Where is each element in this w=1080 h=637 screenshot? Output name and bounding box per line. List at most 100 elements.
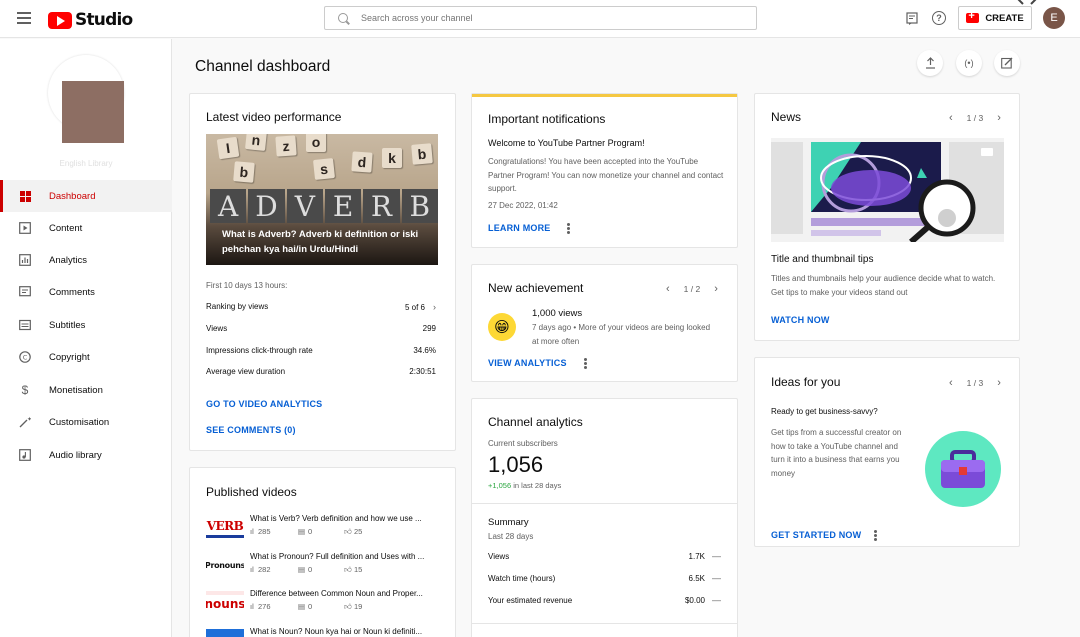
video-thumbnail[interactable]: I n z o b s d k b ADVERB What is Adverb?…	[206, 134, 438, 265]
pager-text: 1 / 2	[683, 284, 701, 294]
go-live-button[interactable]: (•)	[956, 50, 982, 76]
briefcase-illustration	[925, 431, 1001, 507]
summary-value: 6.5K	[688, 574, 705, 583]
sidebar-item-analytics[interactable]: Analytics	[0, 244, 172, 276]
go-to-video-analytics-link[interactable]: GO TO VIDEO ANALYTICS	[206, 399, 322, 409]
news-headline: Title and thumbnail tips	[771, 254, 874, 265]
help-icon[interactable]: ?	[932, 11, 946, 25]
search-icon	[338, 13, 348, 23]
divider	[472, 623, 737, 624]
ideas-card: Ideas for you ‹ 1 / 3 › Ready to get bus…	[754, 357, 1020, 547]
sidebar-item-label: Audio library	[49, 449, 102, 461]
sidebar-item-comments[interactable]: Comments	[0, 276, 172, 308]
summary-label: Your estimated revenue	[488, 596, 573, 605]
customisation-icon: ✦	[19, 416, 31, 428]
search-input[interactable]	[361, 13, 721, 23]
published-video-row[interactable]: What is Noun? Noun kya hai or Noun ki de…	[206, 627, 442, 637]
news-card: News ‹ 1 / 3 › Title and thumbnail tips …	[754, 93, 1020, 341]
pager-text: 1 / 3	[966, 113, 984, 123]
monetisation-icon: $	[21, 383, 29, 397]
ideas-heading: Ready to get business-savvy?	[771, 407, 878, 416]
views-count: 282	[258, 565, 271, 574]
achievement-detail: 7 days ago • More of your videos are bei…	[532, 323, 711, 346]
sidebar-item-label: Copyright	[49, 351, 90, 363]
summary-delta: —	[712, 573, 721, 583]
published-video-row[interactable]: VERB What is Verb? Verb definition and h…	[206, 514, 442, 544]
like-count: 19	[354, 602, 363, 611]
card-title: Published videos	[206, 485, 297, 499]
news-pager: ‹ 1 / 3 ›	[949, 112, 1001, 124]
thumbnail-word: ADVERB	[210, 189, 438, 223]
feedback-icon[interactable]	[905, 11, 919, 25]
summary-row-watch-time: Watch time (hours) 6.5K —	[488, 573, 721, 583]
search-bar[interactable]	[324, 6, 757, 30]
video-title: What is Verb? Verb definition and how we…	[250, 514, 422, 523]
comments-icon	[19, 286, 31, 298]
subtitles-icon	[19, 319, 31, 331]
sidebar-item-copyright[interactable]: C Copyright	[0, 341, 172, 373]
create-button-label: CREATE	[985, 12, 1024, 24]
thumbnail-letter: D	[248, 189, 285, 223]
more-options-icon[interactable]	[567, 223, 570, 234]
comment-icon: ▤	[298, 527, 306, 536]
copyright-icon: C	[19, 351, 31, 363]
view-analytics-link[interactable]: VIEW ANALYTICS	[488, 358, 567, 368]
card-title: Ideas for you	[771, 375, 841, 389]
get-started-now-link[interactable]: GET STARTED NOW	[771, 530, 861, 540]
letter-tile: b	[411, 143, 433, 165]
subscribers-label: Current subscribers	[488, 439, 558, 448]
close-icon	[1017, 0, 1037, 5]
stat-value: 2:30:51	[409, 367, 436, 376]
sidebar-item-customisation[interactable]: ✦ Customisation	[0, 406, 172, 438]
account-avatar[interactable]: E	[1043, 7, 1065, 29]
comment-count: 0	[308, 602, 313, 611]
stat-row-ranking[interactable]: Ranking by views 5 of 6 ›	[206, 302, 436, 312]
chevron-right-icon[interactable]: ›	[997, 112, 1001, 124]
views-count: 285	[258, 527, 271, 536]
chevron-right-icon[interactable]: ›	[997, 377, 1001, 389]
thumbnail-letter: R	[363, 189, 400, 223]
thumbnail-letter: A	[210, 189, 247, 223]
sidebar-item-content[interactable]: Content	[0, 212, 172, 244]
create-video-icon	[966, 10, 980, 23]
channel-avatar[interactable]	[62, 81, 124, 143]
sidebar-item-dashboard[interactable]: Dashboard	[0, 180, 172, 212]
comment-count: 0	[308, 565, 313, 574]
learn-more-link[interactable]: LEARN MORE	[488, 223, 551, 233]
sidebar-item-subtitles[interactable]: Subtitles	[0, 309, 172, 341]
chevron-left-icon[interactable]: ‹	[949, 112, 953, 124]
create-post-button[interactable]	[994, 50, 1020, 76]
thumbnail-letter: B	[401, 189, 438, 223]
more-options-icon[interactable]	[584, 358, 587, 369]
published-video-row[interactable]: nouns Difference between Common Noun and…	[206, 589, 442, 619]
video-title: Difference between Common Noun and Prope…	[250, 589, 423, 598]
stat-row-views: Views 299	[206, 324, 436, 333]
summary-value: $0.00	[684, 596, 705, 605]
views-count: 276	[258, 602, 271, 611]
upload-button[interactable]	[917, 50, 943, 76]
thumbnail-caption: What is Adverb? Adverb ki definition or …	[222, 229, 419, 255]
stat-value: 5 of 6	[404, 303, 425, 312]
create-button[interactable]: CREATE	[958, 6, 1032, 30]
summary-label: Views	[488, 552, 510, 561]
menu-icon[interactable]	[17, 12, 31, 24]
youtube-studio-logo[interactable]: Studio	[48, 10, 133, 30]
like-count: 15	[354, 565, 363, 574]
card-title: New achievement	[488, 281, 584, 295]
published-video-row[interactable]: Pronouns What is Pronoun? Full definitio…	[206, 552, 442, 582]
ideas-body: Get tips from a successful creator on ho…	[771, 428, 902, 478]
chevron-left-icon[interactable]: ‹	[666, 283, 670, 295]
stat-value: 34.6%	[413, 346, 436, 355]
more-options-icon[interactable]	[874, 530, 877, 541]
watch-now-link[interactable]: WATCH NOW	[771, 315, 830, 325]
sidebar-item-audio-library[interactable]: Audio library	[0, 439, 172, 471]
see-comments-link[interactable]: SEE COMMENTS (0)	[206, 425, 296, 435]
subscribers-value: 1,056	[488, 452, 544, 477]
comment-count: 0	[308, 527, 313, 536]
subscribers-change-row: +1,056 in last 28 days	[488, 481, 561, 490]
sidebar-item-monetisation[interactable]: $ Monetisation	[0, 374, 172, 406]
chevron-left-icon[interactable]: ‹	[949, 377, 953, 389]
card-title: Latest video performance	[206, 110, 342, 124]
channel-name[interactable]: English Library	[0, 159, 172, 168]
chevron-right-icon[interactable]: ›	[714, 283, 718, 295]
